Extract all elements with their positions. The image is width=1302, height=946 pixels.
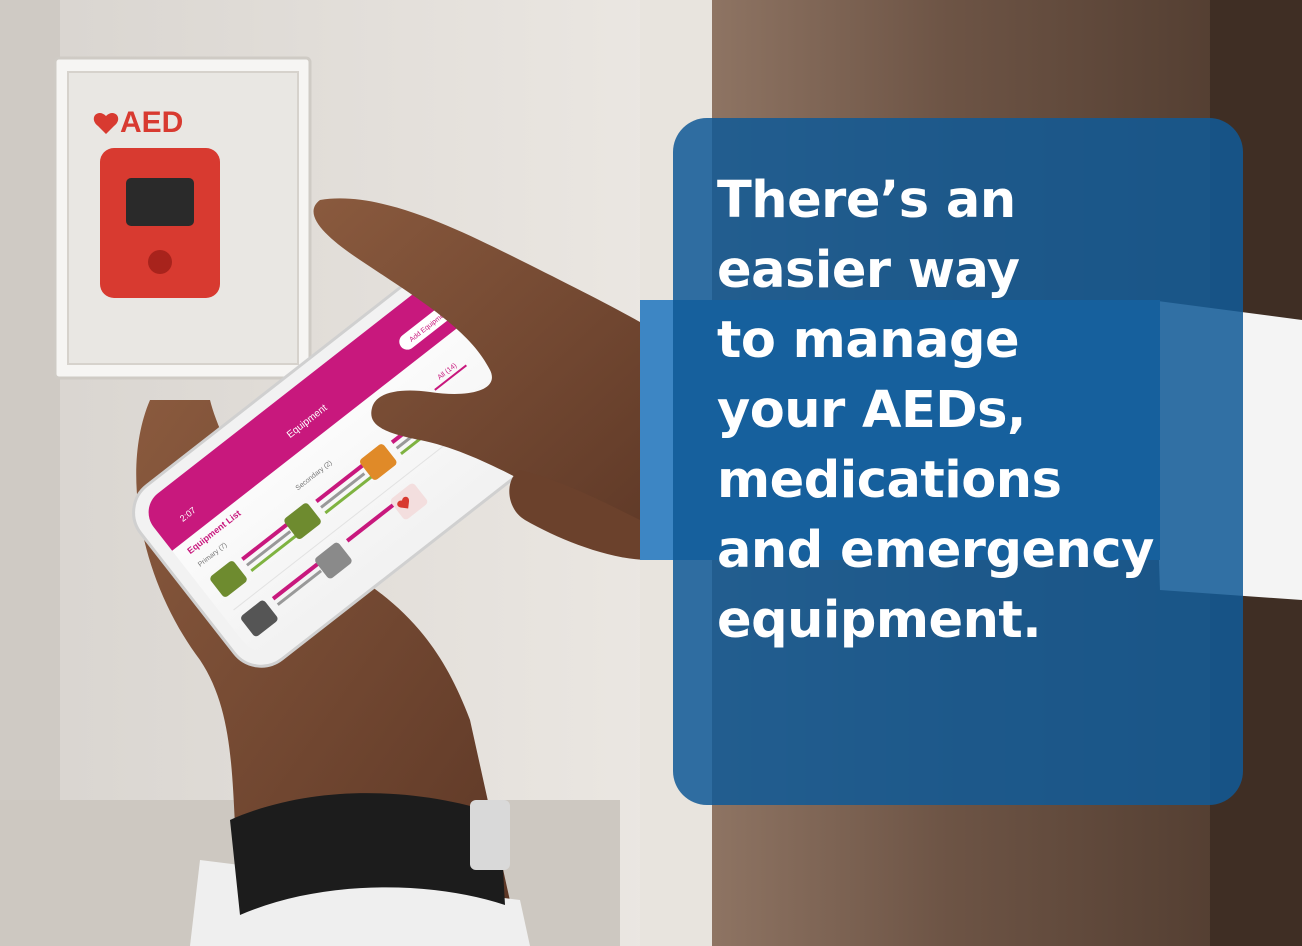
aed-sign-text: AED [120, 106, 183, 139]
headline-line-1: There’s an [717, 171, 1016, 230]
headline-line-7: equipment. [717, 591, 1042, 650]
photo-stage: AED 2:07 Equipment Add Equipment Equipme… [0, 0, 1302, 946]
headline-callout: There’s an easier way to manage your AED… [673, 118, 1243, 805]
headline-line-6: and emergency [717, 521, 1154, 580]
headline-line-5: medications [717, 451, 1062, 510]
aed-cabinet: AED [53, 56, 312, 380]
headline-line-3: to manage [717, 311, 1020, 370]
headline-line-4: your AEDs, [717, 381, 1026, 440]
headline-line-2: easier way [717, 241, 1020, 300]
